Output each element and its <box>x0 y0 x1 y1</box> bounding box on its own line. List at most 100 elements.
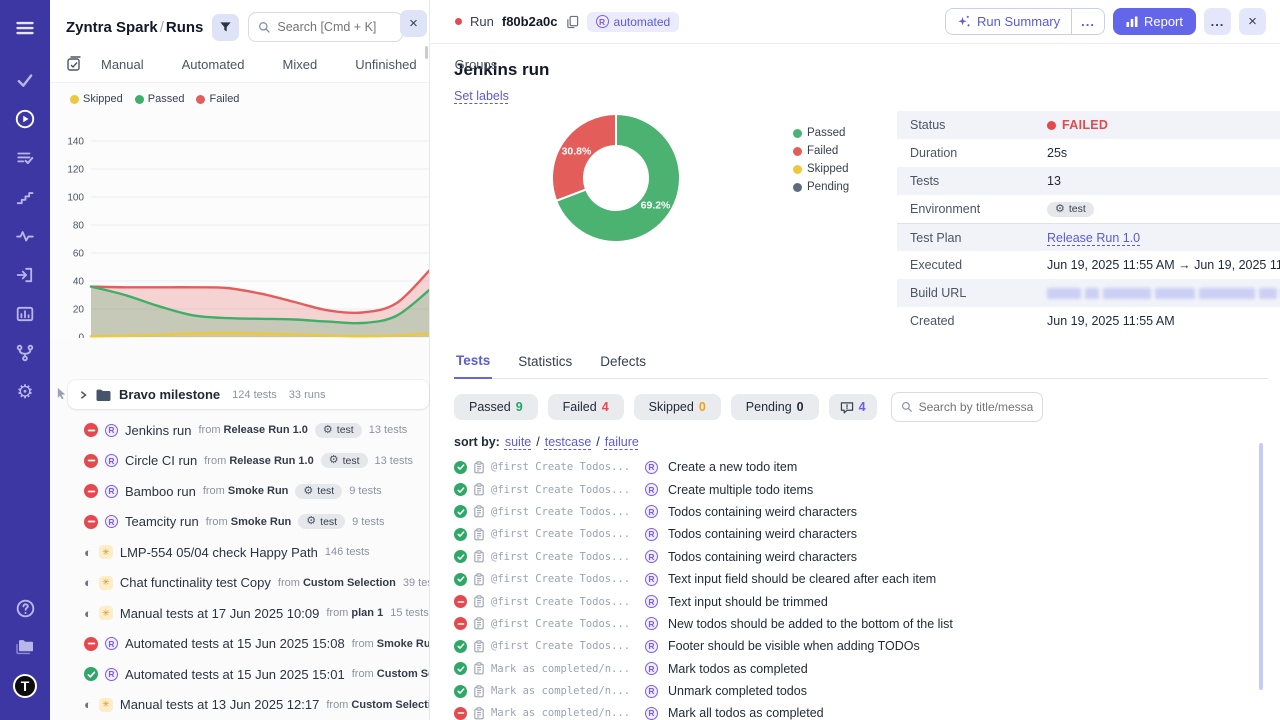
filter-pill-pending[interactable]: Pending 0 <box>731 394 819 420</box>
run-tests-count: 15 tests <box>390 607 429 619</box>
run-list-item[interactable]: R Teamcity run from Smoke Run ⚙test 9 te… <box>50 507 429 538</box>
sort-by-failure[interactable]: failure <box>605 435 639 449</box>
run-list-item[interactable]: R Automated tests at 15 Jun 2025 15:01 f… <box>50 659 429 690</box>
test-row[interactable]: @first Create Todos... R Create a new to… <box>454 456 1268 478</box>
automated-test-icon: R <box>645 617 658 630</box>
run-list-item[interactable]: ◐ ✳ Manual tests at 13 Jun 2025 12:17 fr… <box>50 690 429 720</box>
close-run-button[interactable]: × <box>1239 8 1266 35</box>
runs-search[interactable] <box>248 12 403 42</box>
close-panel-button[interactable]: × <box>400 10 427 37</box>
filter-pill-skipped[interactable]: Skipped 0 <box>634 394 721 420</box>
test-row[interactable]: @first Create Todos... R New todos shoul… <box>454 613 1268 635</box>
automated-test-icon: R <box>645 595 658 608</box>
automated-badge[interactable]: Rautomated <box>587 12 680 32</box>
runs-tab-unfinished[interactable]: Unfinished <box>355 57 416 72</box>
sidebar-item-gear[interactable]: ⚙ <box>8 377 42 407</box>
test-row[interactable]: Mark as completed/n... R Mark all todos … <box>454 702 1268 720</box>
copy-icon[interactable] <box>566 15 579 29</box>
run-content: Jenkins run Set labels 69.2%30.8% Passed… <box>430 44 1280 720</box>
run-summary-more-button[interactable]: ... <box>1072 9 1104 34</box>
run-list-item[interactable]: R Jenkins run from Release Run 1.0 ⚙test… <box>50 415 429 446</box>
tests-scrollbar[interactable] <box>1259 443 1263 690</box>
select-all-icon[interactable] <box>66 56 82 72</box>
project-name: Zyntra Spark <box>66 19 158 36</box>
test-row[interactable]: Mark as completed/n... R Mark todos as c… <box>454 658 1268 680</box>
test-row[interactable]: @first Create Todos... R Text input fiel… <box>454 568 1268 590</box>
test-row[interactable]: @first Create Todos... R Todos containin… <box>454 501 1268 523</box>
run-list-item[interactable]: R Bamboo run from Smoke Run ⚙test 9 test… <box>50 476 429 507</box>
sidebar-item-list-check[interactable] <box>8 143 42 173</box>
report-button[interactable]: Report <box>1113 8 1196 35</box>
test-row[interactable]: @first Create Todos... R Todos containin… <box>454 546 1268 568</box>
comments-filter-pill[interactable]: 4 <box>829 394 877 420</box>
test-row[interactable]: @first Create Todos... R Footer should b… <box>454 635 1268 657</box>
tab-statistics[interactable]: Statistics <box>516 349 574 378</box>
sidebar-item-branch[interactable] <box>8 338 42 368</box>
automated-icon: R <box>596 15 609 28</box>
sidebar-item-steps[interactable] <box>8 182 42 212</box>
run-list-item[interactable]: ◐ ✳ LMP-554 05/04 check Happy Path 146 t… <box>50 537 429 568</box>
run-source: from Custom Selection <box>326 699 429 711</box>
detail-tabs: Tests Statistics Defects <box>454 349 1268 379</box>
legend-item-passed: Passed <box>135 93 185 105</box>
tests-search[interactable] <box>891 392 1043 422</box>
set-labels-link[interactable]: Set labels <box>454 89 509 103</box>
runs-tab-manual[interactable]: Manual <box>101 57 144 72</box>
runs-tab-automated[interactable]: Automated <box>182 57 245 72</box>
run-summary-button[interactable]: Run Summary <box>946 9 1071 34</box>
test-title: Text input should be trimmed <box>668 595 828 609</box>
test-row[interactable]: Mark as completed/n... R Unmark complete… <box>454 680 1268 702</box>
activity-icon <box>16 227 34 245</box>
sidebar-item-logo[interactable]: T <box>8 671 42 701</box>
automated-test-icon: R <box>645 550 658 563</box>
tab-defects[interactable]: Defects <box>598 349 648 378</box>
environment-badge: ⚙test <box>298 514 345 529</box>
left-scrollbar[interactable] <box>425 46 428 59</box>
runs-filter-tabs: ManualAutomatedMixedUnfinishedGroups <box>50 52 429 83</box>
detail-row: Executed Jun 19, 2025 11:55 AM → Jun 19,… <box>897 251 1280 279</box>
run-list-item[interactable]: R Circle CI run from Release Run 1.0 ⚙te… <box>50 446 429 477</box>
run-list-item[interactable]: R Automated tests at 15 Jun 2025 15:08 f… <box>50 629 429 660</box>
filter-button[interactable] <box>212 14 239 41</box>
sort-by-testcase[interactable]: testcase <box>545 435 592 449</box>
sidebar-item-activity[interactable] <box>8 221 42 251</box>
automated-run-icon: R <box>105 515 118 528</box>
runs-tab-groups[interactable]: Groups <box>455 57 498 72</box>
run-list-item[interactable]: ◐ ✳ Chat functinality test Copy from Cus… <box>50 568 429 599</box>
sidebar-item-bar-chart[interactable] <box>8 299 42 329</box>
test-row[interactable]: @first Create Todos... R Create multiple… <box>454 478 1268 500</box>
detail-label: Executed <box>897 258 1047 272</box>
sidebar-item-menu[interactable] <box>8 13 42 43</box>
sidebar-item-check[interactable] <box>8 65 42 95</box>
runs-tab-mixed[interactable]: Mixed <box>283 57 318 72</box>
automated-test-icon: R <box>645 528 658 541</box>
sort-by-suite[interactable]: suite <box>505 435 531 449</box>
run-name: Teamcity run <box>125 514 199 529</box>
run-list-item[interactable]: ◐ ✳ Manual tests at 17 Jun 2025 10:09 fr… <box>50 598 429 629</box>
milestone-folder-row[interactable]: Bravo milestone 124 tests 33 runs <box>68 380 429 409</box>
status-filter-row: Passed 9 Failed 4 Skipped 0 Pending 0 4 <box>454 392 1268 422</box>
automated-test-icon: R <box>645 483 658 496</box>
sidebar-item-import[interactable] <box>8 260 42 290</box>
chevron-right-icon[interactable] <box>78 390 88 400</box>
svg-text:100: 100 <box>67 193 84 204</box>
run-tests-count: 13 tests <box>375 455 414 467</box>
test-row[interactable]: @first Create Todos... R Text input shou… <box>454 590 1268 612</box>
more-actions-button[interactable]: ... <box>1204 8 1231 35</box>
sidebar-item-folders[interactable] <box>8 632 42 662</box>
sidebar-item-help[interactable] <box>8 593 42 623</box>
filter-pill-passed[interactable]: Passed 9 <box>454 394 538 420</box>
filter-pill-failed[interactable]: Failed 4 <box>548 394 624 420</box>
test-row[interactable]: @first Create Todos... R Todos containin… <box>454 523 1268 545</box>
sidebar-item-play-circle[interactable] <box>8 104 42 134</box>
test-plan-link[interactable]: Release Run 1.0 <box>1047 231 1140 245</box>
passed-icon <box>454 483 467 496</box>
tab-tests[interactable]: Tests <box>454 349 492 379</box>
passed-icon <box>454 461 467 474</box>
gear-icon: ⚙ <box>1055 204 1065 215</box>
tests-search-input[interactable] <box>919 400 1033 414</box>
automated-run-icon: R <box>105 424 118 437</box>
runs-search-input[interactable] <box>277 20 393 34</box>
clipboard-icon <box>473 483 485 496</box>
sparkles-icon <box>957 15 971 29</box>
